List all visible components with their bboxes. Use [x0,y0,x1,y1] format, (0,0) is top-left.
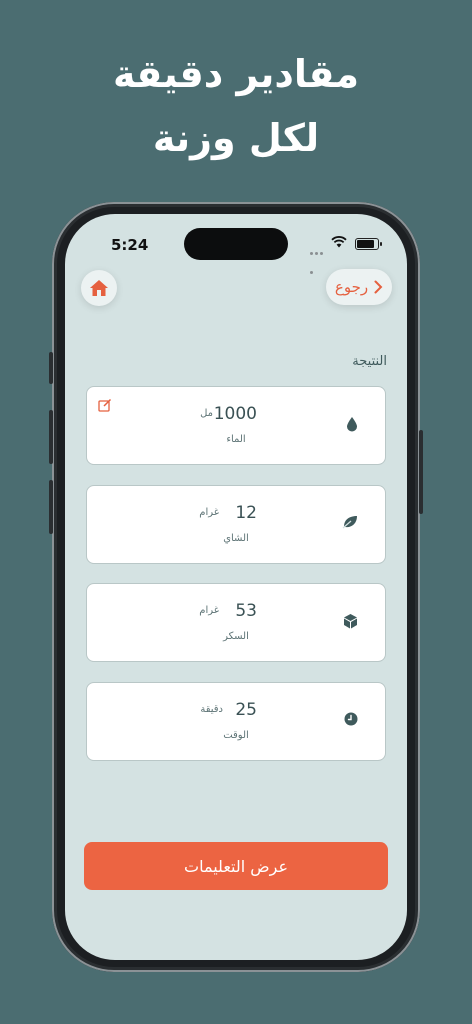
home-icon [90,280,108,296]
signal-dots-icon [310,240,328,274]
back-label: رجوع [334,278,369,296]
phone-volume-up [49,410,53,464]
app-screen: 5:24 رجوع النتيجة 1000 مل الماء 12 غرام … [65,214,407,960]
phone-volume-down [49,480,53,534]
time-name: الوقت [223,730,249,741]
back-button[interactable]: رجوع [326,269,392,305]
water-drop-icon [347,417,357,432]
battery-tip [380,242,382,246]
leaf-icon [342,516,357,529]
tea-name: الشاي [223,533,249,544]
status-time: 5:24 [111,236,149,254]
sugar-unit: غرام [199,605,219,616]
result-card-sugar: 53 غرام السكر [86,583,386,662]
show-instructions-button[interactable]: عرض التعليمات [84,842,388,890]
dynamic-island [184,228,288,260]
result-card-time: 25 دقيقة الوقت [86,682,386,761]
battery-icon [355,238,379,250]
tea-value: 12 [235,503,257,523]
sugar-cube-icon [344,614,357,629]
water-unit: مل [200,408,213,419]
headline-line2: لكل وزنة [152,116,320,160]
wifi-icon [331,236,347,248]
tea-unit: غرام [199,507,219,518]
time-unit: دقيقة [200,704,223,715]
water-name: الماء [226,434,246,445]
sugar-name: السكر [223,631,249,642]
status-bar: 5:24 [65,214,407,274]
water-value: 1000 [213,404,257,424]
phone-side-button [49,352,53,384]
clock-icon [344,712,358,726]
result-title: النتيجة [352,354,387,369]
result-card-water: 1000 مل الماء [86,386,386,465]
edit-icon[interactable] [98,398,112,412]
chevron-right-icon [374,280,383,294]
headline-line1: مقادير دقيقة [112,52,360,96]
time-value: 25 [235,700,257,720]
result-card-tea: 12 غرام الشاي [86,485,386,564]
home-button[interactable] [81,270,117,306]
sugar-value: 53 [235,601,257,621]
phone-power-button [419,430,423,514]
